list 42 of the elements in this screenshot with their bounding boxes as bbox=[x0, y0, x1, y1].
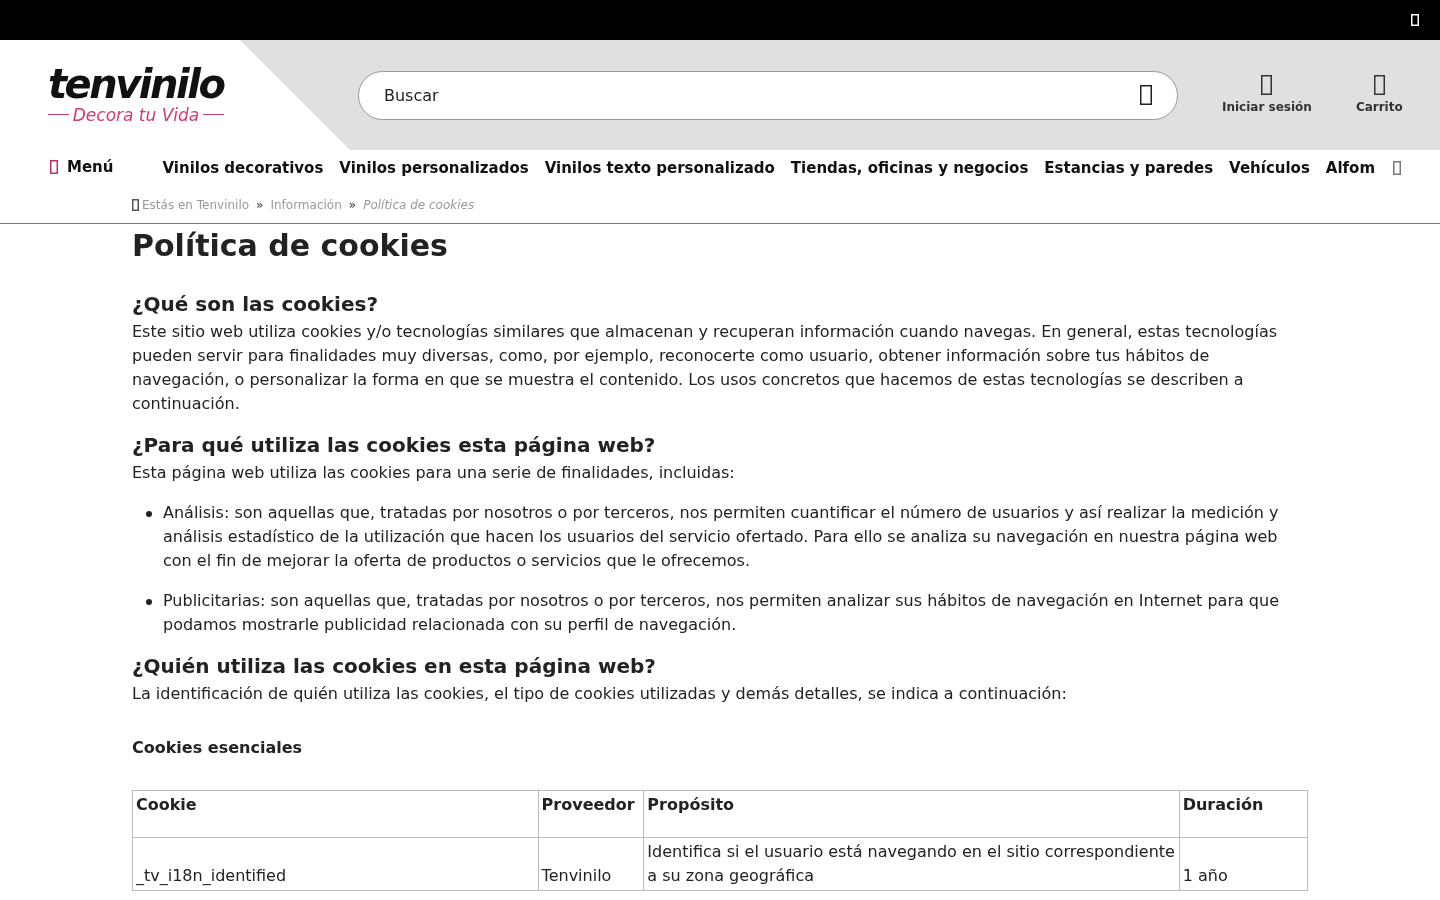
table-cell: 1 año bbox=[1179, 837, 1308, 891]
bullet-icon bbox=[146, 511, 152, 517]
nav-link[interactable]: Vinilos personalizados bbox=[339, 159, 529, 177]
search-button[interactable] bbox=[1140, 84, 1152, 105]
nav-link[interactable]: Vinilos texto personalizado bbox=[544, 159, 775, 177]
nav-link[interactable]: Vehículos bbox=[1229, 159, 1310, 177]
missing-glyph-icon bbox=[132, 198, 139, 211]
list-item-text: Análisis: son aquellas que, tratadas por nosotros o por terceros, nos permiten cuantificar el número de usuarios y así realizar la medición y análisis estadístico de la utilización que hacen los usuarios del servicio ofertado. Para ello se analiza su navegación en nuestra página web con el fin de mejorar la oferta de productos o servicios que le ofrecemos. bbox=[163, 502, 1280, 572]
missing-glyph-icon bbox=[1140, 84, 1152, 105]
missing-glyph-icon bbox=[1261, 75, 1273, 95]
nav-link[interactable]: Alfom bbox=[1325, 159, 1376, 177]
breadcrumb-separator: » bbox=[256, 197, 264, 212]
section-heading: ¿Para qué utiliza las cookies esta página web? bbox=[132, 433, 657, 457]
header-link[interactable]: Carrito bbox=[1355, 75, 1403, 115]
nav-link[interactable]: Tiendas, oficinas y negocios bbox=[790, 159, 1029, 177]
nav-link[interactable]: Estancias y paredes bbox=[1044, 159, 1214, 177]
menu-button[interactable]: Menú bbox=[50, 158, 114, 176]
table-cell: Identifica si el usuario está navegando en el sitio correspondiente a su zona geográfica bbox=[643, 837, 1180, 891]
section-heading: ¿Qué son las cookies? bbox=[132, 292, 379, 316]
paragraph: Esta página web utiliza las cookies para una serie de finalidades, incluidas: bbox=[132, 462, 736, 484]
column-header: Propósito bbox=[643, 790, 1180, 838]
missing-glyph-icon bbox=[50, 160, 58, 174]
header-link[interactable]: Iniciar sesión bbox=[1222, 75, 1312, 115]
search-field[interactable]: Buscar bbox=[358, 70, 1178, 120]
table-cell: _tv_i18n_identified bbox=[132, 837, 539, 891]
table-title: Cookies esenciales bbox=[132, 737, 304, 759]
table-cell: Tenvinilo bbox=[538, 837, 644, 891]
column-header: Duración bbox=[1179, 790, 1308, 838]
breadcrumb-current: Política de cookies bbox=[363, 197, 475, 212]
page-title: Política de cookies bbox=[132, 228, 449, 264]
paragraph: Este sitio web utiliza cookies y/o tecnologías similares que almacenan y recuperan información cuando navegas. En general, estas tecnologías pueden servir para finalidades muy diversas, como, por ejemplo, reconocerte como usuario, obtener información sobre tus hábitos de navegación, o personalizar la forma en que se muestra el contenido. Los usos concretos que hacemos de estas tecnologías se describen a continuación. bbox=[132, 321, 1279, 415]
paragraph: La identificación de quién utiliza las cookies, el tipo de cookies utilizadas y demás detalles, se indica a continuación: bbox=[132, 683, 1068, 705]
logo-tagline: Decora tu Vida bbox=[48, 104, 224, 125]
column-header: Proveedor bbox=[538, 790, 644, 838]
logo-wordmark[interactable]: tenvinilo bbox=[48, 65, 224, 102]
breadcrumb-separator: » bbox=[348, 197, 357, 212]
section-heading: ¿Quién utiliza las cookies en esta página web? bbox=[132, 654, 657, 678]
list-item-text: Publicitarias: son aquellas que, tratadas por nosotros o por terceros, nos permiten analizar sus hábitos de navegación en Internet para que podamos mostrarle publicidad relacionada con su perfil de navegación. bbox=[163, 590, 1280, 636]
column-header: Cookie bbox=[132, 790, 539, 838]
nav-link[interactable]: Vinilos decorativos bbox=[162, 159, 324, 177]
bullet-icon bbox=[146, 599, 152, 605]
missing-glyph-icon bbox=[1373, 75, 1385, 95]
